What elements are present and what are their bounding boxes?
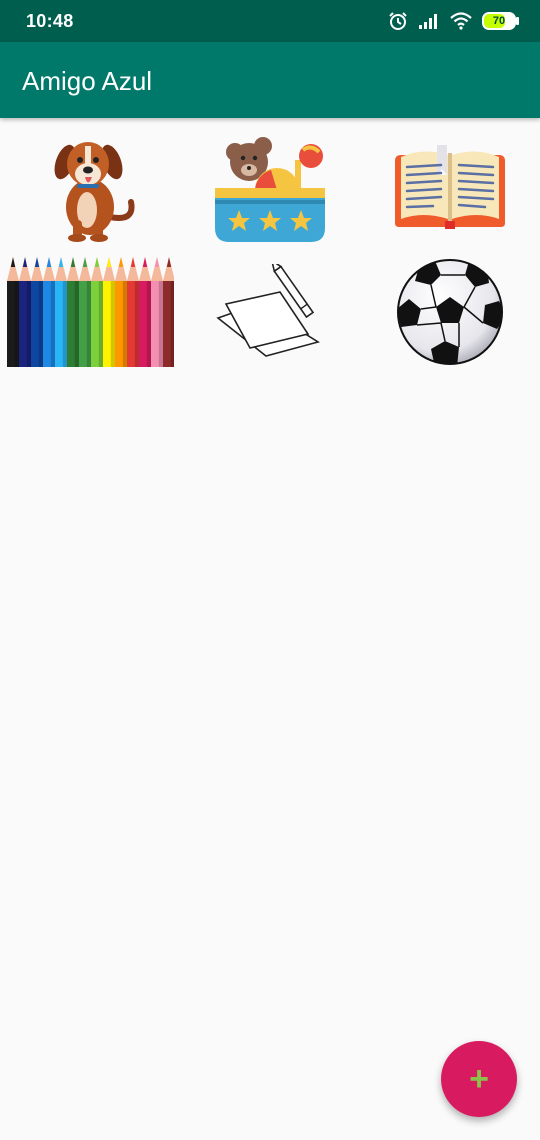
grid-item-ball[interactable]	[360, 252, 540, 372]
grid-item-writing[interactable]	[180, 252, 360, 372]
pencil	[43, 257, 55, 367]
status-icons: 70	[388, 10, 519, 32]
add-button[interactable]: +	[441, 1041, 517, 1117]
dog-icon	[54, 142, 135, 242]
status-time: 10:48	[26, 11, 74, 31]
pencil	[151, 257, 163, 367]
toy-box-icon	[215, 137, 325, 242]
open-book-icon	[395, 145, 505, 229]
pencil	[163, 257, 174, 367]
wifi-icon	[450, 12, 472, 30]
colored-pencils-icon	[7, 257, 174, 367]
alarm-icon	[389, 12, 407, 30]
grid-item-toys[interactable]	[180, 128, 360, 248]
pencil	[103, 257, 115, 367]
app-bar: Amigo Azul	[0, 42, 540, 118]
pencil	[127, 257, 139, 367]
app-title: Amigo Azul	[22, 66, 153, 96]
pencil	[19, 257, 31, 367]
pencil	[31, 257, 43, 367]
pencil	[115, 257, 127, 367]
paper-pencil-icon	[216, 264, 320, 357]
battery-level: 70	[492, 15, 506, 27]
pencil	[67, 257, 79, 367]
pencil	[139, 257, 151, 367]
grid-item-book[interactable]	[360, 128, 540, 248]
soccer-ball-icon	[397, 259, 503, 365]
pencil	[7, 257, 19, 367]
status-bar: 10:48 70	[0, 0, 540, 42]
pencil	[79, 257, 91, 367]
signal-icon	[419, 14, 437, 29]
add-icon: +	[469, 1060, 489, 1098]
battery-icon: 70	[482, 12, 519, 30]
pencil	[91, 257, 103, 367]
pencil	[55, 257, 67, 367]
grid-item-pencils[interactable]	[0, 252, 180, 370]
grid-item-dog[interactable]	[0, 128, 180, 248]
